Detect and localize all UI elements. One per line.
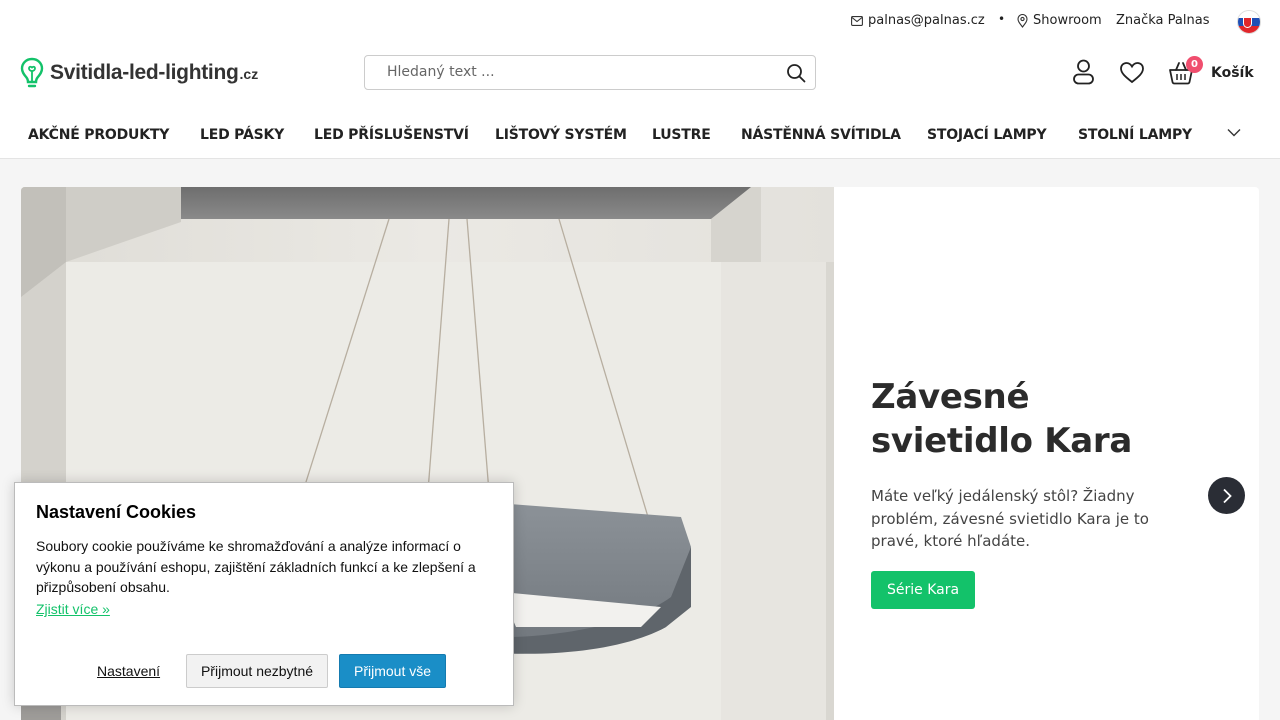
email-link[interactable]: palnas@palnas.cz xyxy=(851,13,985,28)
nav-item-akcne-produkty[interactable]: AKČNÉ PRODUKTY xyxy=(28,127,169,143)
search-bar xyxy=(364,55,816,90)
cookie-title: Nastavení Cookies xyxy=(36,502,197,522)
accept-necessary-button[interactable]: Přijmout nezbytné xyxy=(186,654,328,688)
hero-title: Závesné svietidlo Kara xyxy=(871,377,1133,461)
location-pin-icon xyxy=(1017,13,1028,28)
logo-tld: .cz xyxy=(239,66,259,82)
nav-item-nastenna-svitidla[interactable]: NÁSTĚNNÁ SVÍTIDLA xyxy=(741,127,901,143)
cookie-learn-more-link[interactable]: Zjistit více » xyxy=(36,601,110,617)
search-input[interactable] xyxy=(387,64,767,80)
nav-item-listovy-system[interactable]: LIŠTOVÝ SYSTÉM xyxy=(495,127,627,143)
chevron-right-icon xyxy=(1222,488,1232,503)
mail-icon xyxy=(851,15,863,26)
hero-text-block: Závesné svietidlo Kara Máte veľký jedále… xyxy=(871,375,1171,553)
top-bar: palnas@palnas.cz • Showroom Značka Palna… xyxy=(0,0,1280,42)
cart-link[interactable]: Košík xyxy=(1211,65,1254,81)
showroom-link[interactable]: Showroom xyxy=(1017,13,1102,28)
heart-wishlist-icon[interactable] xyxy=(1119,61,1145,84)
nav-item-lustre[interactable]: LUSTRE xyxy=(652,127,711,143)
cookie-text: Soubory cookie používáme ke shromažďován… xyxy=(36,538,476,595)
lightbulb-logo-icon xyxy=(20,57,44,88)
email-text: palnas@palnas.cz xyxy=(868,13,985,28)
slovakia-flag-icon[interactable] xyxy=(1237,10,1261,34)
cookie-settings-link[interactable]: Nastavení xyxy=(97,663,160,679)
series-kara-button[interactable]: Série Kara xyxy=(871,571,976,609)
nav-item-led-pasky[interactable]: LED PÁSKY xyxy=(200,127,284,143)
user-account-icon[interactable] xyxy=(1072,59,1095,85)
nav-item-led-prislusenstvi[interactable]: LED PŘÍSLUŠENSTVÍ xyxy=(314,127,469,143)
site-header: Svitidla-led-lighting.cz 0 Košík xyxy=(0,42,1280,114)
main-navigation: AKČNÉ PRODUKTY LED PÁSKY LED PŘÍSLUŠENST… xyxy=(0,114,1280,159)
slider-next-button[interactable] xyxy=(1208,477,1245,514)
chevron-down-icon[interactable] xyxy=(1227,128,1241,137)
nav-item-stolni-lampy[interactable]: STOLNÍ LAMPY xyxy=(1078,127,1192,143)
cookie-consent-dialog: Nastavení Cookies Soubory cookie používá… xyxy=(14,482,514,706)
logo-text: Svitidla-led-lighting xyxy=(50,61,239,84)
separator-dot: • xyxy=(998,12,1006,26)
site-logo[interactable]: Svitidla-led-lighting.cz xyxy=(20,57,258,89)
accept-all-button[interactable]: Přijmout vše xyxy=(339,654,446,688)
brand-link[interactable]: Značka Palnas xyxy=(1116,13,1209,28)
showroom-text: Showroom xyxy=(1033,13,1102,28)
search-icon[interactable] xyxy=(786,63,806,83)
nav-item-stojaci-lampy[interactable]: STOJACÍ LAMPY xyxy=(927,127,1047,143)
hero-description: Máte veľký jedálenský stôl? Žiadny probl… xyxy=(871,487,1149,550)
cart-count-badge: 0 xyxy=(1186,56,1203,73)
